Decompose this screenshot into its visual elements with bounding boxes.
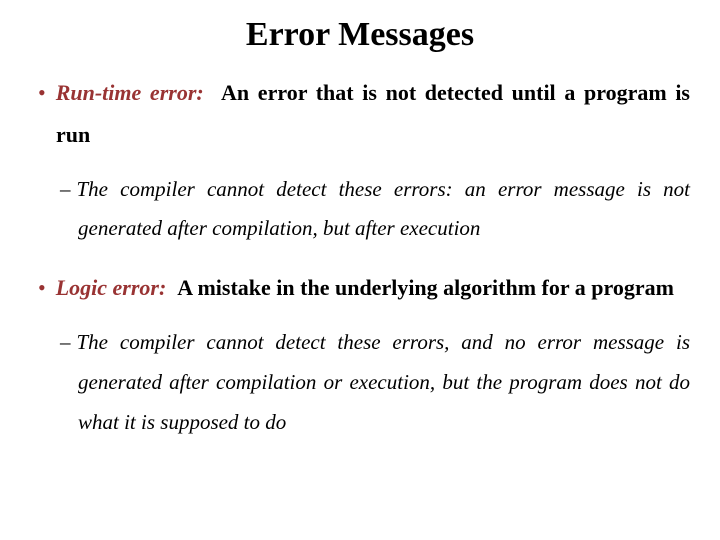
slide-title: Error Messages bbox=[30, 16, 690, 54]
dash-icon: – bbox=[60, 330, 77, 354]
bullet-icon: • bbox=[38, 275, 56, 300]
bullet-runtime: •Run-time error: An error that is not de… bbox=[30, 72, 690, 156]
sub-bullet-logic: –The compiler cannot detect these errors… bbox=[30, 323, 690, 443]
bullet-logic: •Logic error: A mistake in the underlyin… bbox=[30, 267, 690, 309]
slide: Error Messages •Run-time error: An error… bbox=[0, 0, 720, 540]
sub-text-logic: The compiler cannot detect these errors,… bbox=[77, 330, 691, 434]
bullet-icon: • bbox=[38, 80, 56, 105]
dash-icon: – bbox=[60, 177, 77, 201]
sub-bullet-runtime: –The compiler cannot detect these errors… bbox=[30, 170, 690, 250]
term-logic: Logic error: bbox=[56, 275, 167, 300]
definition-logic: A mistake in the underlying algorithm fo… bbox=[177, 275, 674, 300]
sub-text-runtime: The compiler cannot detect these errors:… bbox=[77, 177, 691, 241]
term-runtime: Run-time error: bbox=[56, 80, 204, 105]
